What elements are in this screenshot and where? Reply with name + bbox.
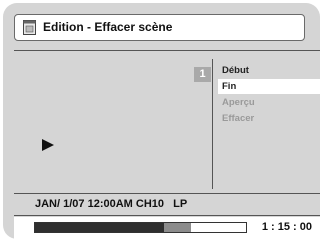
chapter-badge: 1 bbox=[194, 67, 211, 82]
divider-info bbox=[14, 215, 320, 216]
divider-bottom bbox=[14, 193, 320, 194]
edit-menu: Début Fin Aperçu Effacer bbox=[218, 63, 320, 127]
content-panel: 1 Début Fin Aperçu Effacer bbox=[14, 55, 320, 195]
progress-bar bbox=[34, 222, 247, 233]
progress-fill bbox=[35, 223, 164, 232]
page-title: Edition - Effacer scène bbox=[43, 20, 173, 34]
menu-item-debut[interactable]: Début bbox=[218, 63, 320, 78]
playback-bar: 1 : 15 : 00 bbox=[14, 217, 320, 239]
title-bar: Edition - Effacer scène bbox=[14, 14, 305, 41]
disc-tray-icon bbox=[23, 20, 36, 35]
progress-marker bbox=[163, 223, 192, 232]
recording-info: JAN/ 1/07 12:00AM CH10 LP bbox=[35, 198, 188, 210]
play-icon bbox=[42, 139, 54, 151]
menu-item-apercu[interactable]: Aperçu bbox=[218, 95, 320, 110]
menu-item-fin[interactable]: Fin bbox=[218, 79, 320, 94]
playback-time: 1 : 15 : 00 bbox=[261, 221, 312, 233]
menu-item-effacer[interactable]: Effacer bbox=[218, 111, 320, 126]
video-preview: 1 bbox=[17, 59, 213, 189]
divider-top bbox=[14, 50, 320, 51]
